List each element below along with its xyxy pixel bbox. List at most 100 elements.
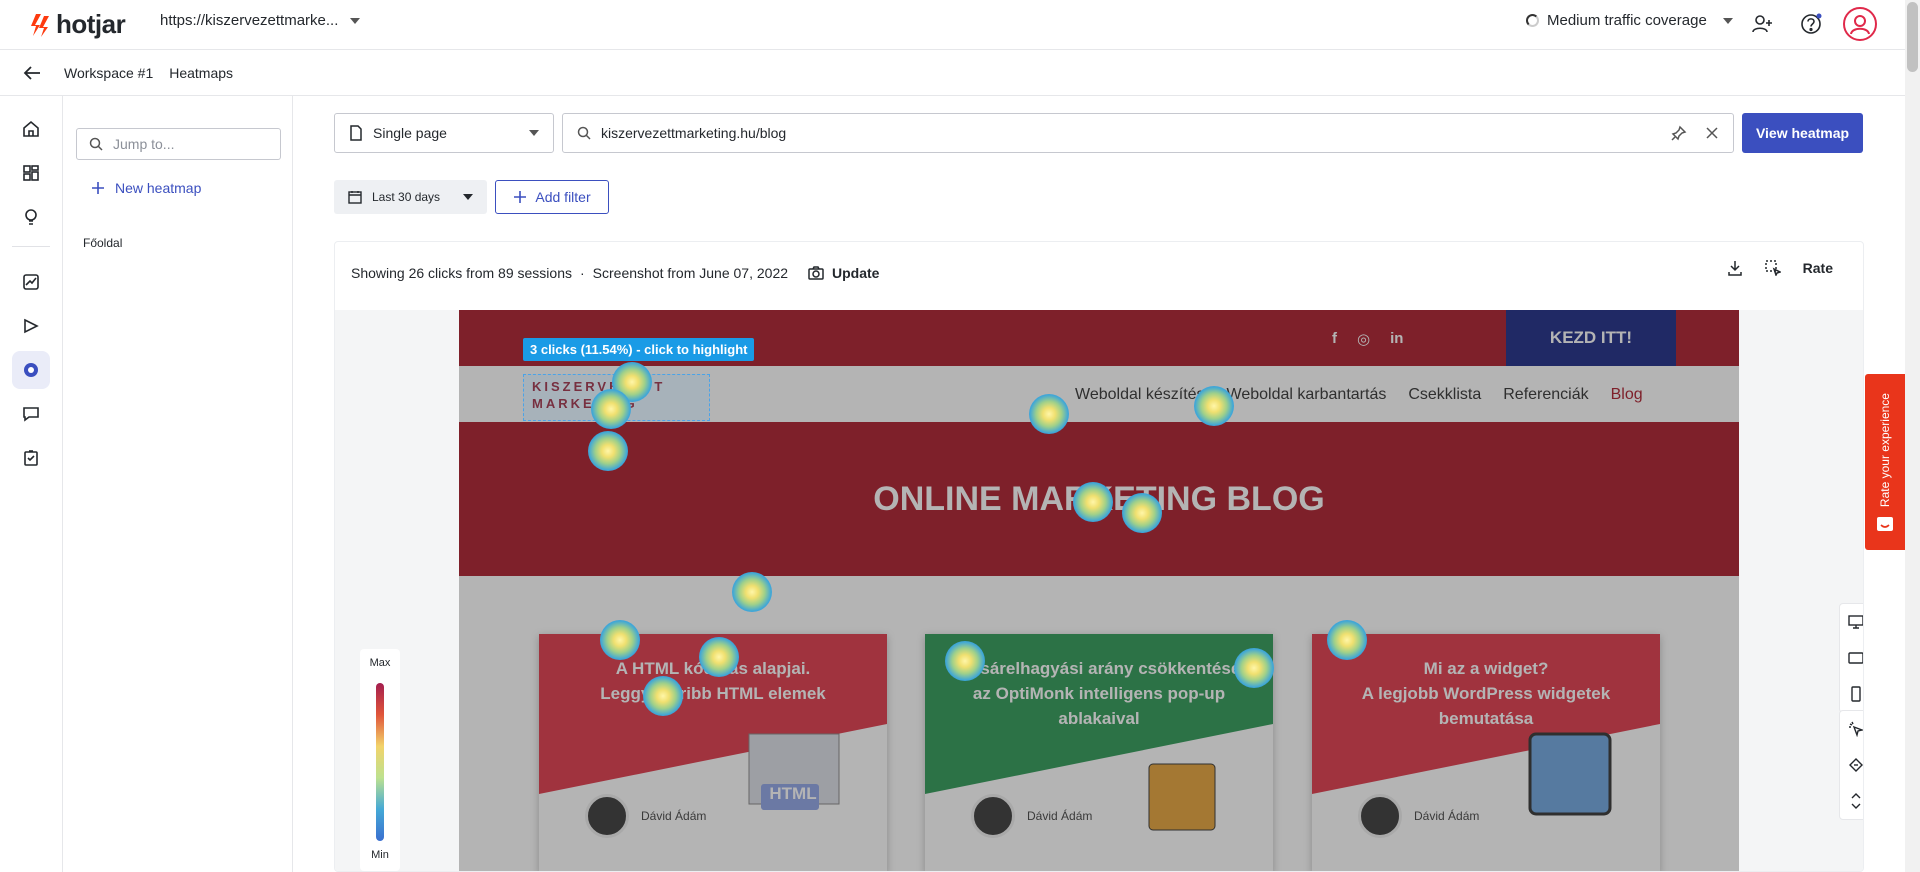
desktop-icon[interactable] <box>1840 604 1863 640</box>
calendar-icon <box>348 191 362 204</box>
site-cta-button: KEZD ITT! <box>1506 310 1676 366</box>
heatmap-card: Showing 26 clicks from 89 sessions · Scr… <box>334 241 1864 872</box>
heatmap-folder-item[interactable]: Főoldal <box>83 236 122 250</box>
date-range-button[interactable]: Last 30 days <box>334 180 487 214</box>
feedback-icon[interactable] <box>12 395 50 433</box>
heatmaps-icon[interactable] <box>12 351 50 389</box>
screenshot-date: Screenshot from June 07, 2022 <box>592 265 789 281</box>
author-avatar <box>585 794 629 838</box>
chevron-down-icon <box>463 194 473 200</box>
click-hotspot[interactable] <box>699 637 739 677</box>
top-bar: hotjar https://kiszervezettmarke... Medi… <box>0 0 1920 50</box>
page-icon <box>350 125 362 141</box>
search-icon <box>89 137 103 151</box>
user-icon <box>1850 15 1870 35</box>
dashboard-icon[interactable] <box>12 154 50 192</box>
facebook-icon: f <box>1332 330 1337 347</box>
pin-icon[interactable] <box>1671 125 1687 141</box>
click-hotspot[interactable] <box>1327 620 1367 660</box>
surveys-icon[interactable] <box>12 439 50 477</box>
clear-icon[interactable] <box>1705 126 1719 140</box>
traffic-coverage-selector[interactable]: Medium traffic coverage <box>1526 12 1733 29</box>
click-hotspot[interactable] <box>1194 386 1234 426</box>
help-icon[interactable] <box>1798 11 1824 37</box>
url-value: kiszervezettmarketing.hu/blog <box>601 125 787 141</box>
logo-text: hotjar <box>56 9 126 39</box>
mobile-icon[interactable] <box>1840 676 1863 712</box>
site-selector[interactable]: https://kiszervezettmarke... <box>160 12 361 29</box>
breadcrumb-workspace[interactable]: Workspace #1 <box>64 65 153 81</box>
card-actions: Rate <box>1727 260 1833 276</box>
site-menu: Weboldal készítés Weboldal karbantartás … <box>1075 386 1643 404</box>
click-hotspot[interactable] <box>643 676 683 716</box>
click-hotspot[interactable] <box>1073 482 1113 522</box>
author-name: Dávid Ádám <box>1414 809 1480 823</box>
heatmap-viewer: f ◎ in KEZD ITT! KISZERVEZETT MARKETING <box>335 310 1863 871</box>
click-hotspot[interactable] <box>1122 493 1162 533</box>
page-type-select[interactable]: Single page <box>334 113 554 153</box>
view-heatmap-button[interactable]: View heatmap <box>1742 113 1863 153</box>
tablet-icon[interactable] <box>1840 640 1863 676</box>
move-map-icon[interactable] <box>1840 747 1863 783</box>
download-icon[interactable] <box>1727 260 1743 276</box>
main-content: Single page kiszervezettmarketing.hu/blo… <box>293 96 1905 872</box>
legend-min-label: Min <box>371 849 389 861</box>
author-name: Dávid Ádám <box>641 809 707 823</box>
add-filter-button[interactable]: Add filter <box>495 180 609 214</box>
rate-experience-tab[interactable]: Rate your experience <box>1865 374 1905 550</box>
site-screenshot[interactable]: f ◎ in KEZD ITT! KISZERVEZETT MARKETING <box>459 310 1739 871</box>
linkedin-icon: in <box>1390 330 1404 347</box>
click-hotspot[interactable] <box>732 572 772 612</box>
clicks-summary: Showing 26 clicks from 89 sessions <box>351 265 572 281</box>
hotjar-logo[interactable]: hotjar <box>30 9 126 40</box>
element-select-icon[interactable] <box>1764 260 1781 276</box>
jump-to-placeholder: Jump to... <box>113 136 175 152</box>
left-navigation <box>0 96 63 872</box>
click-hotspot[interactable] <box>588 431 628 471</box>
scrollbar-thumb[interactable] <box>1907 2 1918 72</box>
trends-icon[interactable] <box>12 263 50 301</box>
feedback-emoji-icon <box>1877 517 1893 532</box>
new-heatmap-button[interactable]: New heatmap <box>91 180 201 196</box>
search-icon <box>577 126 591 140</box>
date-range-label: Last 30 days <box>372 190 441 204</box>
click-hotspot[interactable] <box>1234 648 1274 688</box>
rate-button[interactable]: Rate <box>1803 260 1833 276</box>
recordings-icon[interactable] <box>12 307 50 345</box>
site-menu-item: Csekklista <box>1408 386 1482 403</box>
site-social-icons: f ◎ in <box>1332 330 1403 348</box>
blog-post-author: Dávid Ádám <box>971 794 1092 838</box>
chevron-down-icon <box>350 17 361 24</box>
heatmap-list-panel: Jump to... New heatmap Főoldal <box>63 96 293 872</box>
click-hotspot[interactable] <box>591 389 631 429</box>
home-icon[interactable] <box>12 110 50 148</box>
heatmap-legend: Max Min <box>360 649 400 871</box>
back-arrow-icon[interactable] <box>22 64 42 87</box>
click-hotspot[interactable] <box>600 620 640 660</box>
breadcrumb-bar: Workspace #1 Heatmaps <box>0 50 1920 96</box>
click-map-icon[interactable] <box>1840 711 1863 747</box>
user-avatar[interactable] <box>1843 7 1877 41</box>
url-input[interactable]: kiszervezettmarketing.hu/blog <box>562 113 1734 153</box>
page-scrollbar[interactable] <box>1905 0 1920 872</box>
site-menu-item: Weboldal karbantartás <box>1226 386 1387 403</box>
legend-gradient <box>376 683 384 841</box>
lightbulb-icon[interactable] <box>12 198 50 236</box>
add-filter-label: Add filter <box>535 189 591 205</box>
invite-user-icon[interactable] <box>1749 11 1775 37</box>
breadcrumb-section[interactable]: Heatmaps <box>169 65 233 81</box>
scroll-map-icon[interactable] <box>1840 783 1863 819</box>
blog-post-author: Dávid Ádám <box>585 794 706 838</box>
blog-post-title: Mi az a widget? A legjobb WordPress widg… <box>1361 659 1611 728</box>
author-avatar <box>971 794 1015 838</box>
jump-to-input[interactable]: Jump to... <box>76 128 281 160</box>
click-hotspot[interactable] <box>945 641 985 681</box>
site-url-text: https://kiszervezettmarke... <box>160 12 339 29</box>
update-screenshot-button[interactable]: Update <box>808 265 879 281</box>
update-label: Update <box>832 265 880 281</box>
heatmap-stats: Showing 26 clicks from 89 sessions · Scr… <box>351 265 879 281</box>
blog-post-card: Mi az a widget? A legjobb WordPress widg… <box>1312 634 1660 871</box>
click-hotspot[interactable] <box>1029 394 1069 434</box>
click-tooltip[interactable]: 3 clicks (11.54%) - click to highlight <box>523 338 755 361</box>
site-blog-list: A HTML kódolás alapjai. Leggyakoribb HTM… <box>459 576 1739 871</box>
